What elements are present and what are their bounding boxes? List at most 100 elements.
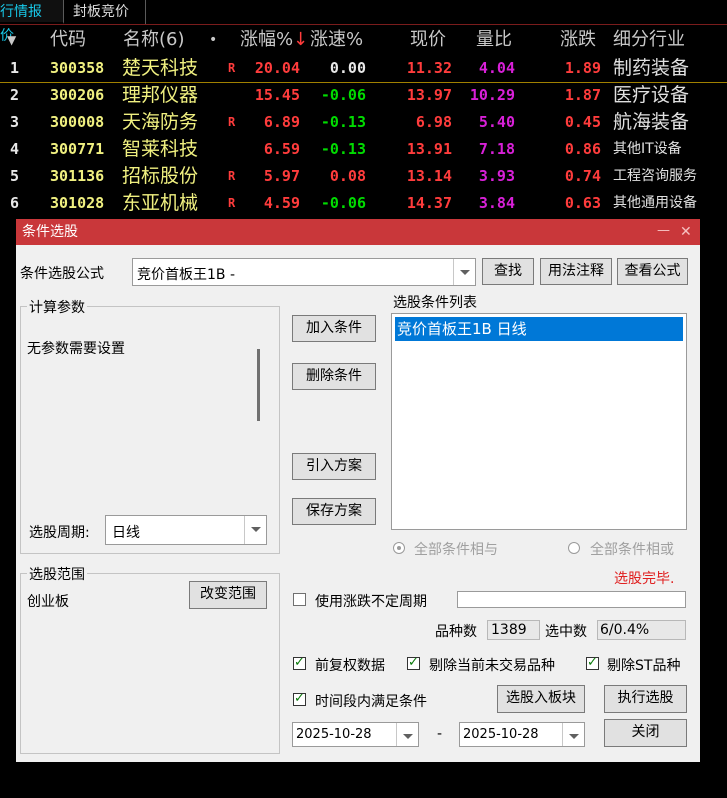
start-date-value: 2025-10-28 [296,727,372,742]
row-change: 0.63 [564,194,601,212]
row-flag: R [228,169,236,183]
column-header-change[interactable]: 涨跌 [560,28,596,52]
chevron-down-icon[interactable] [562,723,584,746]
minimize-icon[interactable]: — [657,219,670,243]
count-value: 1389 [491,622,527,638]
exclude-untraded-checkbox[interactable] [407,655,420,670]
params-scrollbar-thumb[interactable] [257,349,260,421]
adjusted-label: 前复权数据 [315,658,385,674]
row-change-pct: 20.04 [254,59,300,77]
params-scrollbar[interactable] [255,327,263,487]
selected-box: 6/0.4% [597,620,686,640]
formula-label: 条件选股公式 [20,266,104,282]
row-price: 11.32 [406,59,452,77]
column-header-speed-pct[interactable]: 涨速% [310,28,363,52]
find-button[interactable]: 查找 [482,258,534,285]
table-row[interactable]: 1 300358 楚天科技 R 20.04 0.00 11.32 4.04 1.89 制药装备 [0,55,727,83]
row-name: 楚天科技 [122,57,199,79]
range-value: 创业板 [27,594,69,610]
usage-notes-button[interactable]: 用法注释 [540,258,612,285]
row-flag [228,82,240,109]
row-industry: 其他通用设备 [613,195,697,211]
column-header-industry[interactable]: 细分行业 [613,28,685,52]
row-code: 300358 [50,59,105,77]
conditions-list[interactable]: 竞价首板王1B 日线 [391,313,687,530]
params-text: 无参数需要设置 [27,341,125,357]
row-flag: R [228,115,236,129]
column-menu-icon[interactable]: ▼ [7,28,16,52]
variable-period-checkbox[interactable] [293,593,306,606]
list-item[interactable]: 竞价首板王1B 日线 [395,317,683,341]
row-volume-ratio: 10.29 [469,86,515,104]
row-industry: 工程咨询服务 [613,168,697,184]
row-volume-ratio: 3.84 [478,194,515,212]
row-price: 13.14 [406,167,452,185]
column-header-volume-ratio[interactable]: 量比 [476,28,512,52]
column-header-price[interactable]: 现价 [410,28,446,52]
row-flag: R [228,196,236,210]
table-row[interactable]: 5 301136 招标股份 R 5.97 0.08 13.14 3.93 0.74 工程咨询服务 [0,163,727,190]
row-index: 3 [10,113,20,131]
radio-all-and[interactable] [393,542,405,554]
dialog-title-bar[interactable]: 条件选股 — ✕ [16,219,700,245]
column-header-name[interactable]: 名称(6) [123,28,185,52]
close-icon[interactable]: ✕ [680,219,692,245]
params-group-label: 计算参数 [27,297,87,317]
import-plan-button[interactable]: 引入方案 [292,453,376,480]
row-volume-ratio: 7.18 [478,140,515,158]
add-to-block-button[interactable]: 选股入板块 [497,685,585,713]
close-button[interactable]: 关闭 [604,719,687,747]
dialog-title: 条件选股 [22,224,78,240]
radio-all-or[interactable] [568,542,580,554]
row-change-pct: 15.45 [254,86,300,104]
row-code: 300771 [50,140,105,158]
time-range-checkbox[interactable] [293,691,306,706]
tab-divider [0,24,727,25]
formula-value: 竞价首板王1B - [137,267,236,283]
row-industry: 医疗设备 [613,84,690,106]
row-speed-pct: 0.08 [329,167,366,185]
table-row[interactable]: 6 301028 东亚机械 R 4.59 -0.06 14.37 3.84 0.63 其他通用设备 [0,190,727,217]
row-industry: 其他IT设备 [613,141,682,157]
delete-condition-button[interactable]: 删除条件 [292,363,376,390]
row-name: 天海防务 [122,111,199,133]
column-header-code[interactable]: 代码 [50,28,86,52]
change-range-button[interactable]: 改变范围 [189,581,267,609]
row-speed-pct: -0.06 [320,194,366,212]
exclude-st-checkbox[interactable] [586,655,599,670]
row-code: 301028 [50,194,105,212]
save-plan-button[interactable]: 保存方案 [292,498,376,525]
chevron-down-icon[interactable] [396,723,418,746]
tab-quotes[interactable]: 行情报价 [0,0,64,44]
add-condition-button[interactable]: 加入条件 [292,315,376,342]
table-row[interactable]: 3 300008 天海防务 R 6.89 -0.13 6.98 5.40 0.45 航海装备 [0,109,727,136]
variable-period-input[interactable] [457,591,686,608]
radio-all-or-label[interactable]: 全部条件相或 [590,539,674,559]
table-row[interactable]: 4 300771 智莱科技 6.59 -0.13 13.91 7.18 0.86 其他IT设备 [0,136,727,163]
row-industry: 制药装备 [613,57,690,79]
view-formula-button[interactable]: 查看公式 [617,258,688,285]
row-name: 东亚机械 [122,192,199,214]
end-date-picker[interactable]: 2025-10-28 [459,722,585,747]
radio-all-and-label[interactable]: 全部条件相与 [414,539,498,559]
chevron-down-icon[interactable] [453,259,475,285]
period-select[interactable]: 日线 [105,515,267,545]
row-price: 6.98 [415,113,452,131]
row-change: 0.45 [564,113,601,131]
start-date-picker[interactable]: 2025-10-28 [292,722,419,747]
row-name: 智莱科技 [122,138,199,160]
count-box: 1389 [487,620,540,640]
condition-item-label: 竞价首板王1B 日线 [397,320,527,338]
row-change: 0.86 [564,140,601,158]
table-row[interactable]: 2 300206 理邦仪器 15.45 -0.06 13.97 10.29 1.87 医疗设备 [0,82,727,109]
execute-screening-button[interactable]: 执行选股 [604,685,687,713]
row-change: 1.87 [564,86,601,104]
chevron-down-icon[interactable] [244,516,266,544]
formula-select[interactable]: 竞价首板王1B - [132,258,476,286]
row-volume-ratio: 3.93 [478,167,515,185]
tab-limit-up-auction[interactable]: 封板竞价 [65,0,146,24]
row-index: 6 [10,194,20,212]
adjusted-checkbox[interactable] [293,655,306,670]
row-index: 1 [10,59,20,77]
column-header-change-pct[interactable]: 涨幅% [240,28,293,52]
